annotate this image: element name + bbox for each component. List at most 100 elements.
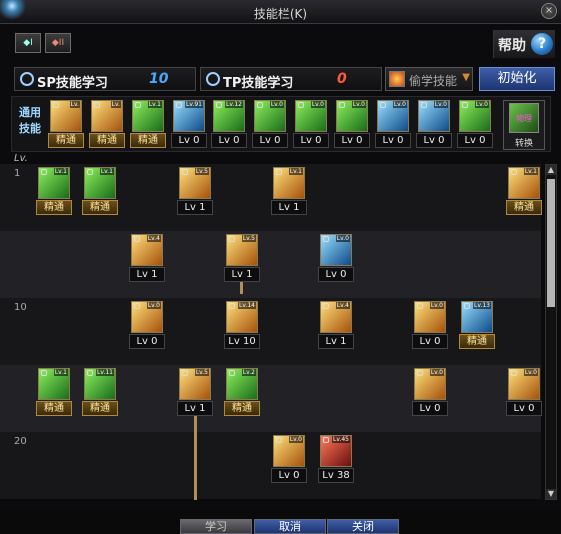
skill-slot[interactable]: Lv.13 精通 <box>459 301 495 351</box>
skill-slot[interactable]: Lv.0 Lv 0 <box>271 435 307 485</box>
help-label: 帮助 <box>498 38 526 54</box>
skill-slot[interactable]: Lv.4 Lv 1 <box>129 234 165 284</box>
common-tag-line1: 通用 <box>19 106 41 119</box>
skill-slot[interactable]: Lv.0 Lv 0 <box>318 234 354 284</box>
close-button[interactable]: 关闭 <box>327 519 399 534</box>
sp-points-panel: SP技能学习 10 <box>14 67 196 91</box>
skill-level-tag: Lv.12 <box>225 101 243 108</box>
skill-slot[interactable]: Lv.5 Lv 1 <box>224 234 260 284</box>
steal-skill-dropdown[interactable]: 偷学技能 ▼ <box>385 67 473 91</box>
lock-icon <box>229 303 235 309</box>
lock-icon <box>276 169 282 175</box>
skill-level-tag: Lv.1 <box>523 168 538 175</box>
skill-icon: Lv.0 <box>131 301 163 333</box>
skill-level-tag: Lv.0 <box>392 101 407 108</box>
common-skill-slot[interactable]: Lv.0 Lv 0 <box>457 100 493 150</box>
skill-slot[interactable]: Lv.2 精通 <box>224 368 260 418</box>
lock-icon <box>417 303 423 309</box>
help-button[interactable]: 帮助 ? <box>493 30 555 58</box>
skill-slot[interactable]: Lv.1 精通 <box>36 167 72 217</box>
scroll-thumb[interactable] <box>547 179 555 307</box>
skill-level-tag: Lv.0 <box>288 436 303 443</box>
lock-icon <box>511 370 517 376</box>
skill-caption: Lv 0 <box>293 133 329 148</box>
tab-2[interactable]: ◆II <box>45 33 71 53</box>
skill-slot[interactable]: Lv.0 Lv 0 <box>129 301 165 351</box>
scrollbar[interactable]: ▲ ▼ <box>545 164 557 500</box>
skill-level-tag: Lv.1 <box>147 101 162 108</box>
common-skill-slot[interactable]: Lv. 精通 <box>48 100 84 150</box>
skill-icon: Lv.11 <box>84 368 116 400</box>
lock-icon <box>134 303 140 309</box>
skill-slot[interactable]: Lv.4 Lv 1 <box>318 301 354 351</box>
skill-slot[interactable]: Lv.0 Lv 0 <box>412 301 448 351</box>
common-skill-slot[interactable]: Lv.1 精通 <box>130 100 166 150</box>
skill-slot[interactable]: Lv.0 Lv 0 <box>506 368 542 418</box>
skill-level-tag: Lv. <box>69 101 80 108</box>
lock-icon <box>323 437 329 443</box>
common-skill-slot[interactable]: Lv.12 Lv 0 <box>211 100 247 150</box>
skill-caption: Lv 0 <box>171 133 207 148</box>
help-icon: ? <box>531 33 553 55</box>
sp-ring-icon <box>20 72 34 86</box>
lock-icon <box>298 102 304 108</box>
skill-slot[interactable]: Lv.1 精通 <box>82 167 118 217</box>
common-skill-slot[interactable]: Lv.91 Lv 0 <box>171 100 207 150</box>
skill-caption: Lv 0 <box>252 133 288 148</box>
skill-level-tag: Lv.0 <box>310 101 325 108</box>
skill-caption: Lv 0 <box>412 401 448 416</box>
skill-caption: Lv 0 <box>375 133 411 148</box>
common-skill-slot[interactable]: Lv. 精通 <box>89 100 125 150</box>
reset-button[interactable]: 初始化 <box>479 67 555 91</box>
row-level-1: 1 <box>14 168 21 179</box>
swap-button[interactable]: 物理 转换 <box>503 100 545 150</box>
skill-icon: Lv.0 <box>320 234 352 266</box>
skill-slot[interactable]: Lv.1 Lv 1 <box>271 167 307 217</box>
learn-button[interactable]: 学习 <box>180 519 252 534</box>
skill-caption: Lv 0 <box>506 401 542 416</box>
skill-slot[interactable]: Lv.0 Lv 0 <box>412 368 448 418</box>
skill-icon: Lv.1 <box>273 167 305 199</box>
skill-caption: 精通 <box>36 401 72 416</box>
lock-icon <box>134 236 140 242</box>
skill-caption: 精通 <box>48 133 84 148</box>
lock-icon <box>229 236 235 242</box>
skill-icon: Lv.0 <box>414 368 446 400</box>
skill-icon: Lv.0 <box>459 100 491 132</box>
cancel-button[interactable]: 取消 <box>254 519 326 534</box>
common-skill-slot[interactable]: Lv.0 Lv 0 <box>375 100 411 150</box>
tab-1[interactable]: ◆I <box>15 33 41 53</box>
skill-caption: 精通 <box>82 401 118 416</box>
skill-slot[interactable]: Lv.5 Lv 1 <box>177 368 213 418</box>
scroll-up-icon[interactable]: ▲ <box>546 165 556 175</box>
skill-caption: 精通 <box>459 334 495 349</box>
lock-icon <box>135 102 141 108</box>
skill-slot[interactable]: Lv.1 精通 <box>506 167 542 217</box>
tp-points-panel: TP技能学习 0 <box>200 67 382 91</box>
lock-icon <box>464 303 470 309</box>
skill-slot[interactable]: Lv.14 Lv 10 <box>224 301 260 351</box>
skill-icon: Lv.5 <box>226 234 258 266</box>
skill-caption: 精通 <box>130 133 166 148</box>
close-icon[interactable]: × <box>541 3 557 19</box>
common-skill-slot[interactable]: Lv.0 Lv 0 <box>334 100 370 150</box>
skill-caption: Lv 1 <box>177 401 213 416</box>
skill-slot[interactable]: Lv.11 精通 <box>82 368 118 418</box>
skill-level-tag: Lv.13 <box>473 302 491 309</box>
sp-label: SP技能学习 <box>37 76 108 91</box>
skill-caption: 精通 <box>89 133 125 148</box>
skill-level-tag: Lv.0 <box>269 101 284 108</box>
tp-value: 0 <box>337 71 347 87</box>
common-skill-slot[interactable]: Lv.0 Lv 0 <box>293 100 329 150</box>
skill-caption: Lv 1 <box>318 334 354 349</box>
skill-slot[interactable]: Lv.5 Lv 1 <box>177 167 213 217</box>
common-tag-line2: 技能 <box>19 122 41 135</box>
scroll-down-icon[interactable]: ▼ <box>546 489 556 499</box>
skill-slot[interactable]: Lv.45 Lv 38 <box>318 435 354 485</box>
swap-icon: 物理 <box>509 103 539 133</box>
common-skill-slot[interactable]: Lv.0 Lv 0 <box>252 100 288 150</box>
skill-level-tag: Lv.1 <box>288 168 303 175</box>
steal-skill-label: 偷学技能 <box>409 74 458 88</box>
common-skill-slot[interactable]: Lv.0 Lv 0 <box>416 100 452 150</box>
skill-slot[interactable]: Lv.1 精通 <box>36 368 72 418</box>
